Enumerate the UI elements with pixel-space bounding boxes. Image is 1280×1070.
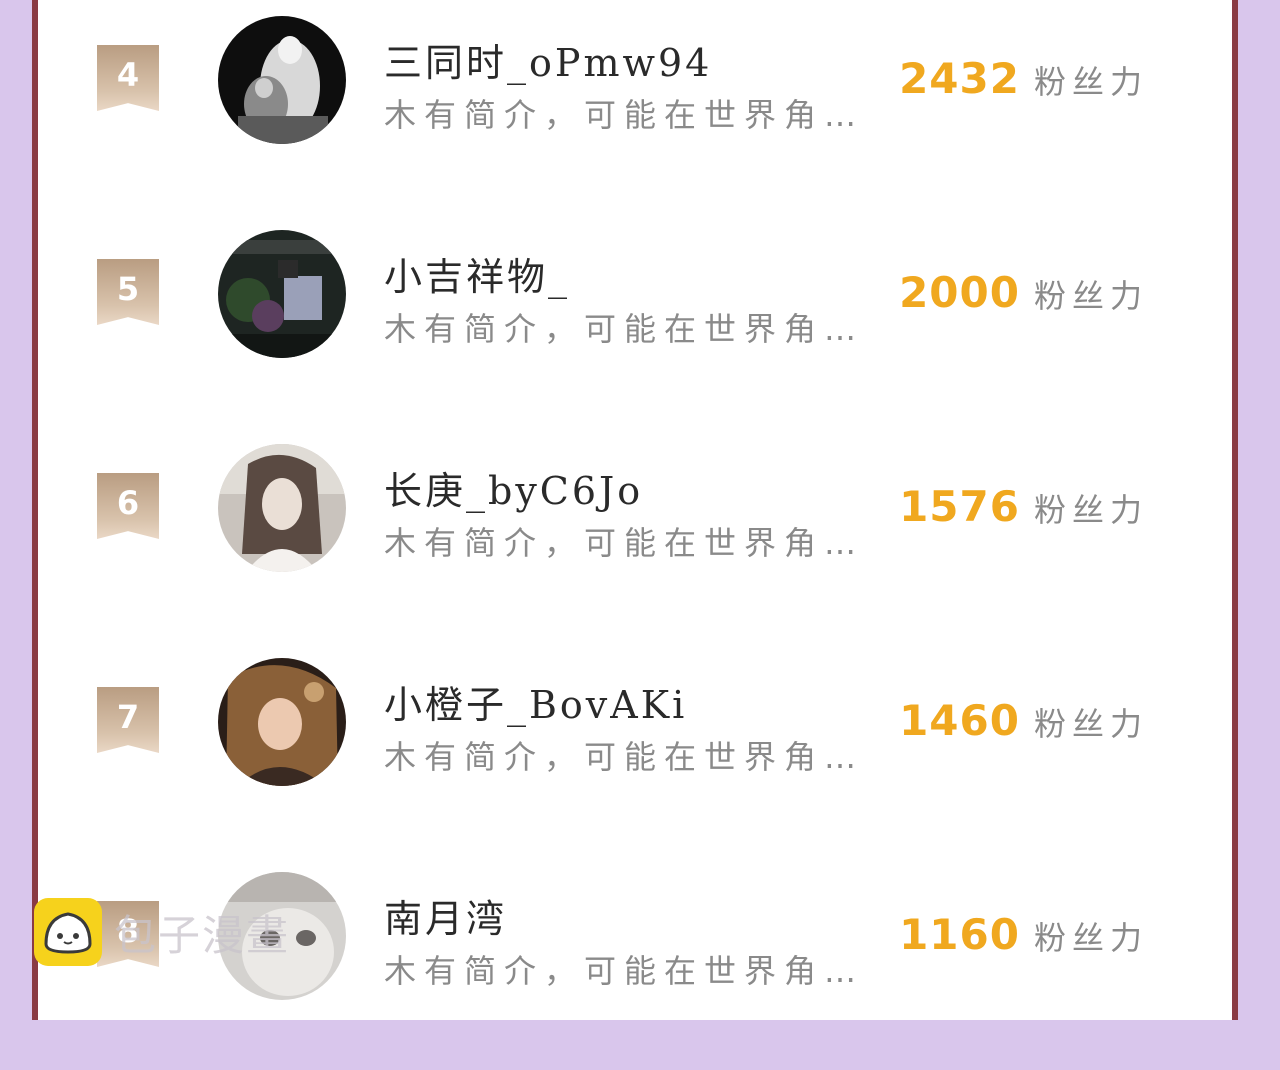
fans-power: 1160 粉丝力 [899, 910, 1148, 959]
fans-power-unit: 粉丝力 [1033, 919, 1148, 957]
fans-power: 2000 粉丝力 [899, 268, 1148, 317]
avatar[interactable] [218, 444, 346, 572]
rank-badge: 5 [97, 259, 159, 325]
fans-power-value: 2000 [899, 268, 1020, 317]
ranking-card: 4 三同时_oPmw94 木有简介，可能在世界角… 2432 粉丝力 5 小吉祥… [32, 0, 1238, 1020]
user-bio: 木有简介，可能在世界角… [384, 952, 865, 990]
ranking-row[interactable]: 5 小吉祥物_ 木有简介，可能在世界角… 2000 粉丝力 [38, 214, 1232, 428]
watermark-text: 包子漫畫 [114, 910, 291, 960]
fans-power-unit: 粉丝力 [1033, 491, 1148, 529]
watermark: 包子漫畫 [34, 898, 290, 966]
username[interactable]: 小吉祥物_ [384, 246, 570, 301]
ranking-row[interactable]: 4 三同时_oPmw94 木有简介，可能在世界角… 2432 粉丝力 [38, 0, 1232, 214]
ranking-row[interactable]: 7 小橙子_BovAKi 木有简介，可能在世界角… 1460 粉丝力 [38, 642, 1232, 856]
fans-power-unit: 粉丝力 [1033, 63, 1148, 101]
user-bio: 木有简介，可能在世界角… [384, 738, 865, 776]
fans-power-value: 1576 [899, 482, 1020, 531]
username[interactable]: 长庚_byC6Jo [384, 460, 643, 515]
user-bio: 木有简介，可能在世界角… [384, 524, 865, 562]
fans-power: 1576 粉丝力 [899, 482, 1148, 531]
user-bio: 木有简介，可能在世界角… [384, 96, 865, 134]
fans-power-value: 1160 [899, 910, 1020, 959]
username[interactable]: 南月湾 [384, 888, 507, 943]
username[interactable]: 小橙子_BovAKi [384, 674, 687, 729]
user-bio: 木有简介，可能在世界角… [384, 310, 865, 348]
bun-logo-icon [34, 898, 102, 966]
avatar[interactable] [218, 658, 346, 786]
fans-power-unit: 粉丝力 [1033, 705, 1148, 743]
username[interactable]: 三同时_oPmw94 [384, 32, 712, 87]
fans-power-value: 1460 [899, 696, 1020, 745]
fans-power-value: 2432 [899, 54, 1020, 103]
fans-power: 2432 粉丝力 [899, 54, 1148, 103]
fans-power-unit: 粉丝力 [1033, 277, 1148, 315]
fans-power: 1460 粉丝力 [899, 696, 1148, 745]
rank-badge: 7 [97, 687, 159, 753]
avatar[interactable] [218, 230, 346, 358]
rank-badge: 4 [97, 45, 159, 111]
avatar[interactable] [218, 16, 346, 144]
ranking-row[interactable]: 6 长庚_byC6Jo 木有简介，可能在世界角… 1576 粉丝力 [38, 428, 1232, 642]
rank-badge: 6 [97, 473, 159, 539]
